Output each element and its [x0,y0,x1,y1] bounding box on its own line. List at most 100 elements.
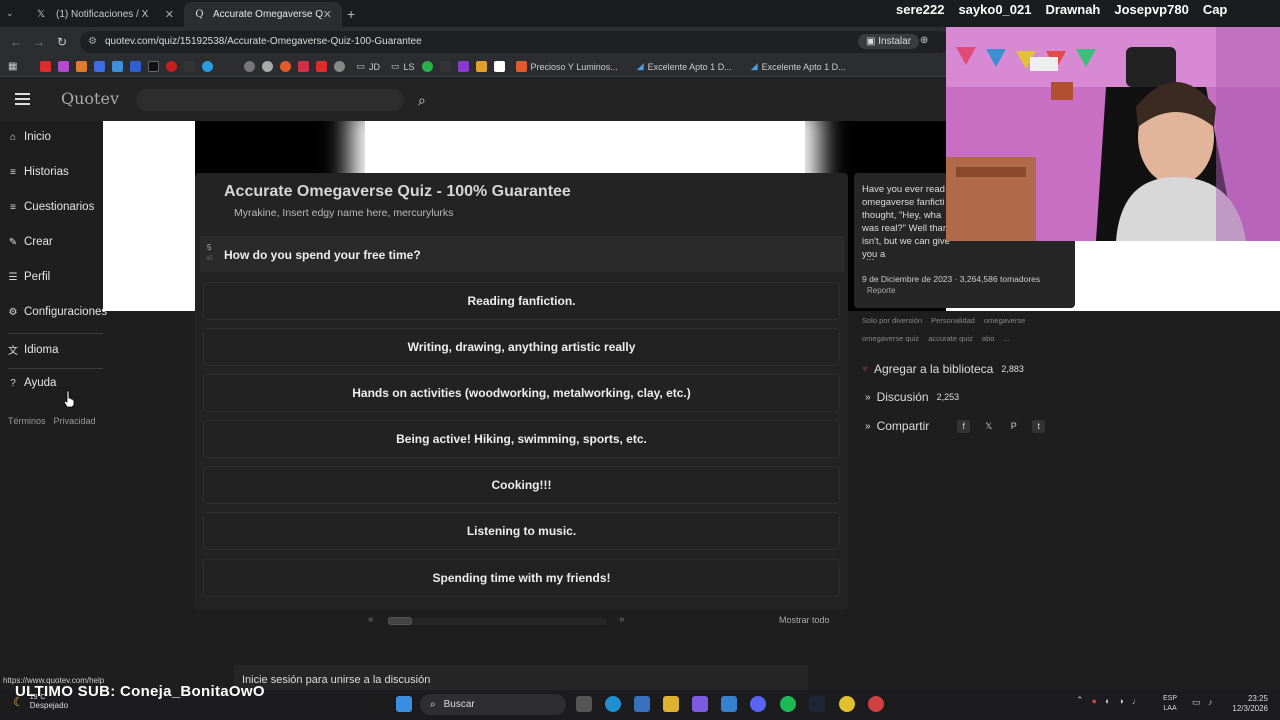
forward-icon[interactable]: → [33,35,45,49]
terms-link[interactable]: Términos [8,416,46,426]
facebook-icon[interactable]: f [957,419,971,433]
taskbar-search[interactable]: ⌕ Buscar [420,694,566,715]
pinterest-icon[interactable]: P [1007,420,1020,433]
mail-icon[interactable] [721,696,737,712]
bookmark-icon[interactable] [280,61,292,72]
store-icon[interactable] [634,696,650,712]
discord-icon[interactable] [750,696,766,712]
add-to-library-button[interactable]: ♥ Agregar a la biblioteca 2,883 [862,362,1024,376]
pager-next-button[interactable]: » [619,614,625,625]
chevron-up-icon[interactable]: ⌃ [1076,695,1084,706]
x-icon[interactable]: 𝕏 [982,420,995,433]
tray-app-icon[interactable]: ● [1092,696,1097,706]
bookmark-icon[interactable] [76,61,88,72]
edge-icon[interactable] [605,696,621,712]
obs-icon[interactable] [868,696,884,712]
answer-option[interactable]: Listening to music. [203,512,840,550]
chrome-icon[interactable] [839,696,855,712]
language-indicator[interactable]: ESP LAA [1163,694,1177,714]
tab-list-chevron-icon[interactable]: ⌄ [6,8,14,19]
new-tab-icon[interactable]: + [347,6,355,22]
sidebar-item-inicio[interactable]: ⌂ Inicio [8,131,51,143]
reload-icon[interactable]: ↻ [57,35,67,49]
answer-option[interactable]: Spending time with my friends! [203,559,840,597]
bookmark-icon[interactable] [421,61,433,72]
answer-option[interactable]: Being active! Hiking, swimming, sports, … [203,420,840,458]
bookmark-icon[interactable] [493,61,505,72]
discussion-button[interactable]: » Discusión 2,253 [865,390,959,404]
volume-icon[interactable]: ♪ [1208,697,1213,707]
copilot-icon[interactable] [692,696,708,712]
bookmark-icon[interactable] [439,61,451,72]
windows-start-icon[interactable] [396,696,412,712]
youtube-icon[interactable] [40,61,52,72]
zoom-icon[interactable]: ⊕ [920,35,928,46]
steam-icon[interactable] [809,696,825,712]
bookmark-folder-ls[interactable]: ▭ LS [391,61,415,72]
tab-quiz[interactable]: Q Accurate Omegaverse Quiz - 1( ✕ [184,2,342,27]
quotev-logo[interactable]: Quotev [61,89,119,108]
apps-icon[interactable]: ▦ [8,61,17,72]
x-icon[interactable] [148,61,160,72]
pager-thumb[interactable] [388,617,412,625]
sidebar-item-configuraciones[interactable]: ⚙ Configuraciones [8,306,108,318]
hamburger-menu-icon[interactable] [15,93,30,105]
tab-notifications[interactable]: 𝕏 (1) Notificaciones / X ✕ [24,2,184,27]
bookmark-icon[interactable] [94,61,106,72]
bookmark-icon[interactable] [475,61,487,72]
privacy-link[interactable]: Privacidad [54,416,96,426]
youtube-icon[interactable] [316,61,328,72]
microphone-icon[interactable]: ♩ [1132,696,1141,706]
search-input[interactable] [136,89,404,111]
bookmark-icon[interactable] [112,61,124,72]
bookmark-icon[interactable] [184,61,196,72]
bookmark-icon[interactable] [262,61,274,72]
sidebar-item-perfil[interactable]: ☰ Perfil [8,271,51,283]
task-view-icon[interactable] [576,696,592,712]
tray-app-icon[interactable]: ◑ [1118,696,1123,706]
bookmark-link[interactable]: Precioso Y Luminos... [515,61,618,72]
bookmark-link[interactable]: ◢ Excelente Apto 1 D... [751,61,846,72]
tag-link[interactable]: accurate quiz [928,334,973,343]
sidebar-item-historias[interactable]: ≡ Historias [8,166,69,178]
file-explorer-icon[interactable] [663,696,679,712]
tumblr-icon[interactable]: t [1032,419,1046,433]
globe-icon[interactable] [244,61,256,72]
bookmark-icon[interactable] [298,61,310,72]
site-info-icon[interactable]: ⚙ [88,31,97,53]
answer-option[interactable]: Writing, drawing, anything artistic real… [203,328,840,366]
sidebar-item-idioma[interactable]: 文 Idioma [8,342,59,358]
tag-link[interactable]: omegaverse [984,316,1025,325]
install-button[interactable]: ▣ Instalar [858,34,920,49]
tag-link[interactable]: Personalidad [931,316,975,325]
url-field[interactable]: ⚙ quotev.com/quiz/15192538/Accurate-Omeg… [80,31,950,53]
spotify-icon[interactable] [780,696,796,712]
tag-more[interactable]: ... [1004,334,1010,343]
tray-app-icon[interactable]: ◐ [1105,696,1110,706]
report-link[interactable]: Reporte [867,286,895,295]
network-icon[interactable]: ▭ [1192,697,1201,708]
discussion-login-prompt[interactable]: Inicie sesión para unirse a la discusión [234,665,808,690]
clock[interactable]: 23:25 12/3/2026 [1226,694,1268,714]
twitch-icon[interactable] [457,61,469,72]
sidebar-item-crear[interactable]: ✎ Crear [8,236,53,248]
close-icon[interactable]: ✕ [323,8,332,21]
back-icon[interactable]: ← [10,35,22,49]
bookmark-folder-jd[interactable]: ▭ JD [356,61,380,72]
answer-option[interactable]: Reading fanfiction. [203,282,840,320]
show-all-button[interactable]: Mostrar todo [779,615,830,625]
quiz-authors[interactable]: Myrakine, Insert edgy name here, mercury… [234,207,453,219]
tag-link[interactable]: Solo por diversión [862,316,922,325]
answer-option[interactable]: Cooking!!! [203,466,840,504]
bookmark-icon[interactable] [130,61,142,72]
sidebar-item-cuestionarios[interactable]: ≡ Cuestionarios [8,201,94,213]
globe-icon[interactable] [334,61,346,72]
tag-link[interactable]: abo [982,334,995,343]
bookmark-icon[interactable] [166,61,178,72]
pager-prev-button[interactable]: « [368,614,374,625]
bookmark-icon[interactable] [58,61,70,72]
sidebar-item-ayuda[interactable]: ? Ayuda [8,377,56,389]
bookmark-icon[interactable] [202,61,214,72]
bookmark-link[interactable]: ◢ Excelente Apto 1 D... [637,61,732,72]
close-icon[interactable]: ✕ [165,8,174,21]
